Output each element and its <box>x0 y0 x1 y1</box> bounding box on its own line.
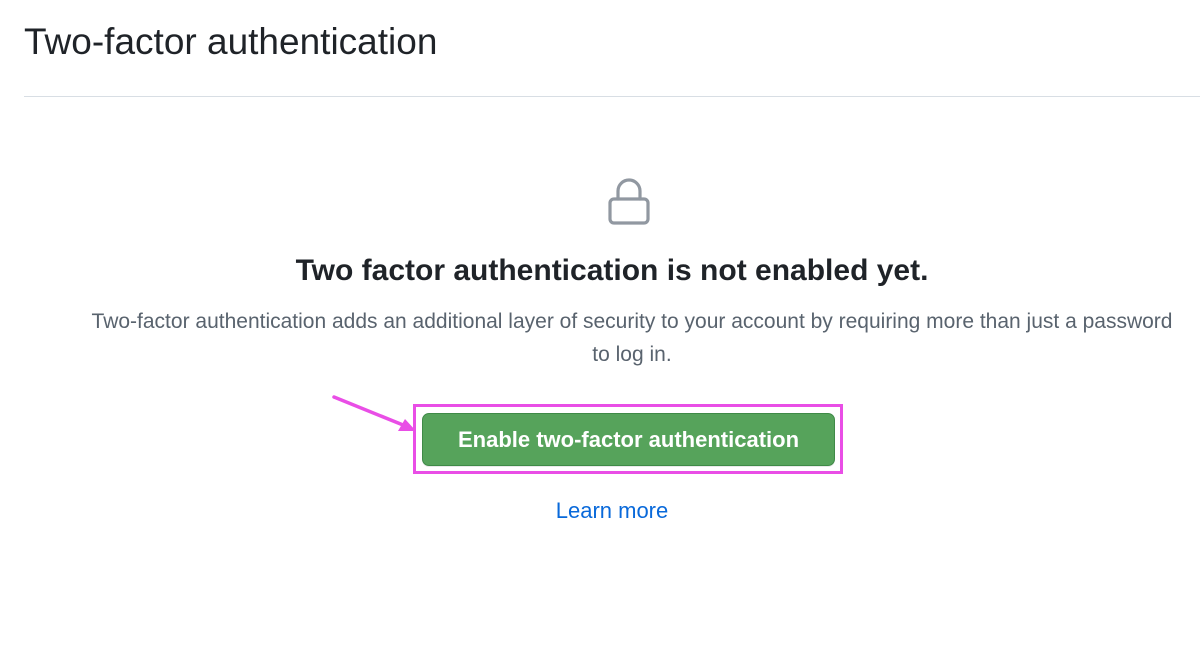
page: Two-factor authentication Two factor aut… <box>0 0 1200 659</box>
annotation-arrow <box>332 395 416 431</box>
learn-more-link[interactable]: Learn more <box>24 495 1200 527</box>
page-title: Two-factor authentication <box>24 21 438 62</box>
blankslate: Two factor authentication is not enabled… <box>24 97 1200 577</box>
blankslate-title: Two factor authentication is not enabled… <box>295 254 929 287</box>
enable-two-factor-button[interactable]: Enable two-factor authentication <box>422 413 835 466</box>
lock-icon <box>606 177 652 227</box>
blankslate-description: Two-factor authentication adds an additi… <box>91 310 1173 366</box>
page-header: Two-factor authentication <box>24 0 1200 97</box>
